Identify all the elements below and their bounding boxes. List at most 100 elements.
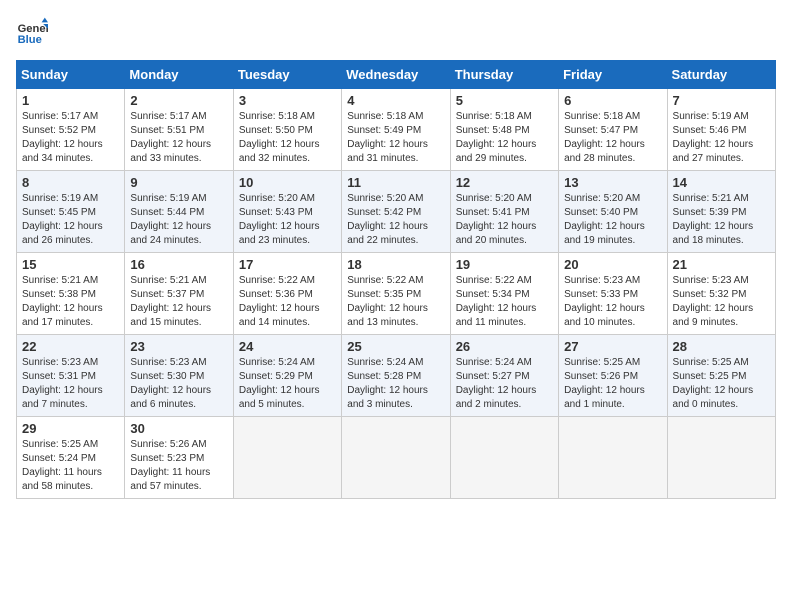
sunrise-label: Sunrise: 5:23 AM [22, 357, 98, 368]
calendar-cell: 11 Sunrise: 5:20 AM Sunset: 5:42 PM Dayl… [342, 171, 450, 253]
daylight-label: Daylight: 12 hours and 13 minutes. [347, 303, 428, 328]
day-info: Sunrise: 5:22 AM Sunset: 5:34 PM Dayligh… [456, 274, 553, 330]
day-number: 1 [22, 93, 119, 108]
sunset-label: Sunset: 5:38 PM [22, 289, 96, 300]
sunset-label: Sunset: 5:33 PM [564, 289, 638, 300]
day-info: Sunrise: 5:19 AM Sunset: 5:44 PM Dayligh… [130, 192, 227, 248]
day-info: Sunrise: 5:20 AM Sunset: 5:40 PM Dayligh… [564, 192, 661, 248]
page-header: General Blue [16, 16, 776, 48]
daylight-label: Daylight: 12 hours and 5 minutes. [239, 385, 320, 410]
sunset-label: Sunset: 5:24 PM [22, 453, 96, 464]
sunrise-label: Sunrise: 5:18 AM [347, 111, 423, 122]
day-number: 7 [673, 93, 770, 108]
sunset-label: Sunset: 5:47 PM [564, 125, 638, 136]
daylight-label: Daylight: 11 hours and 58 minutes. [22, 467, 102, 492]
calendar-cell: 18 Sunrise: 5:22 AM Sunset: 5:35 PM Dayl… [342, 253, 450, 335]
daylight-label: Daylight: 12 hours and 28 minutes. [564, 139, 645, 164]
calendar-cell: 15 Sunrise: 5:21 AM Sunset: 5:38 PM Dayl… [17, 253, 125, 335]
calendar-cell: 24 Sunrise: 5:24 AM Sunset: 5:29 PM Dayl… [233, 335, 341, 417]
day-number: 11 [347, 175, 444, 190]
day-number: 22 [22, 339, 119, 354]
sunrise-label: Sunrise: 5:20 AM [456, 193, 532, 204]
daylight-label: Daylight: 12 hours and 31 minutes. [347, 139, 428, 164]
day-info: Sunrise: 5:21 AM Sunset: 5:39 PM Dayligh… [673, 192, 770, 248]
sunset-label: Sunset: 5:29 PM [239, 371, 313, 382]
calendar-week-2: 8 Sunrise: 5:19 AM Sunset: 5:45 PM Dayli… [17, 171, 776, 253]
day-number: 29 [22, 421, 119, 436]
day-number: 13 [564, 175, 661, 190]
calendar-cell: 16 Sunrise: 5:21 AM Sunset: 5:37 PM Dayl… [125, 253, 233, 335]
day-info: Sunrise: 5:21 AM Sunset: 5:38 PM Dayligh… [22, 274, 119, 330]
day-info: Sunrise: 5:25 AM Sunset: 5:26 PM Dayligh… [564, 356, 661, 412]
sunrise-label: Sunrise: 5:18 AM [564, 111, 640, 122]
sunset-label: Sunset: 5:43 PM [239, 207, 313, 218]
sunset-label: Sunset: 5:37 PM [130, 289, 204, 300]
daylight-label: Daylight: 12 hours and 33 minutes. [130, 139, 211, 164]
sunrise-label: Sunrise: 5:18 AM [456, 111, 532, 122]
daylight-label: Daylight: 12 hours and 6 minutes. [130, 385, 211, 410]
day-info: Sunrise: 5:22 AM Sunset: 5:36 PM Dayligh… [239, 274, 336, 330]
sunrise-label: Sunrise: 5:19 AM [673, 111, 749, 122]
day-info: Sunrise: 5:23 AM Sunset: 5:30 PM Dayligh… [130, 356, 227, 412]
day-info: Sunrise: 5:24 AM Sunset: 5:27 PM Dayligh… [456, 356, 553, 412]
day-info: Sunrise: 5:23 AM Sunset: 5:31 PM Dayligh… [22, 356, 119, 412]
daylight-label: Daylight: 12 hours and 20 minutes. [456, 221, 537, 246]
day-number: 8 [22, 175, 119, 190]
sunset-label: Sunset: 5:23 PM [130, 453, 204, 464]
calendar-cell: 3 Sunrise: 5:18 AM Sunset: 5:50 PM Dayli… [233, 89, 341, 171]
day-info: Sunrise: 5:20 AM Sunset: 5:43 PM Dayligh… [239, 192, 336, 248]
day-number: 20 [564, 257, 661, 272]
sunrise-label: Sunrise: 5:25 AM [564, 357, 640, 368]
weekday-header-friday: Friday [559, 61, 667, 89]
sunrise-label: Sunrise: 5:21 AM [130, 275, 206, 286]
sunset-label: Sunset: 5:52 PM [22, 125, 96, 136]
day-number: 9 [130, 175, 227, 190]
daylight-label: Daylight: 12 hours and 1 minute. [564, 385, 645, 410]
weekday-header-monday: Monday [125, 61, 233, 89]
daylight-label: Daylight: 12 hours and 11 minutes. [456, 303, 537, 328]
sunset-label: Sunset: 5:45 PM [22, 207, 96, 218]
calendar-body: 1 Sunrise: 5:17 AM Sunset: 5:52 PM Dayli… [17, 89, 776, 499]
sunrise-label: Sunrise: 5:23 AM [130, 357, 206, 368]
day-info: Sunrise: 5:19 AM Sunset: 5:45 PM Dayligh… [22, 192, 119, 248]
sunrise-label: Sunrise: 5:19 AM [130, 193, 206, 204]
sunrise-label: Sunrise: 5:24 AM [239, 357, 315, 368]
calendar-cell: 29 Sunrise: 5:25 AM Sunset: 5:24 PM Dayl… [17, 417, 125, 499]
day-info: Sunrise: 5:25 AM Sunset: 5:25 PM Dayligh… [673, 356, 770, 412]
day-info: Sunrise: 5:18 AM Sunset: 5:50 PM Dayligh… [239, 110, 336, 166]
sunset-label: Sunset: 5:27 PM [456, 371, 530, 382]
daylight-label: Daylight: 12 hours and 27 minutes. [673, 139, 754, 164]
calendar-week-4: 22 Sunrise: 5:23 AM Sunset: 5:31 PM Dayl… [17, 335, 776, 417]
sunset-label: Sunset: 5:42 PM [347, 207, 421, 218]
calendar-cell: 12 Sunrise: 5:20 AM Sunset: 5:41 PM Dayl… [450, 171, 558, 253]
svg-text:General: General [18, 23, 48, 35]
day-info: Sunrise: 5:20 AM Sunset: 5:42 PM Dayligh… [347, 192, 444, 248]
calendar-week-3: 15 Sunrise: 5:21 AM Sunset: 5:38 PM Dayl… [17, 253, 776, 335]
calendar-cell: 19 Sunrise: 5:22 AM Sunset: 5:34 PM Dayl… [450, 253, 558, 335]
day-info: Sunrise: 5:22 AM Sunset: 5:35 PM Dayligh… [347, 274, 444, 330]
sunset-label: Sunset: 5:32 PM [673, 289, 747, 300]
sunrise-label: Sunrise: 5:25 AM [673, 357, 749, 368]
calendar-cell: 5 Sunrise: 5:18 AM Sunset: 5:48 PM Dayli… [450, 89, 558, 171]
day-info: Sunrise: 5:23 AM Sunset: 5:33 PM Dayligh… [564, 274, 661, 330]
calendar-cell: 22 Sunrise: 5:23 AM Sunset: 5:31 PM Dayl… [17, 335, 125, 417]
calendar-table: SundayMondayTuesdayWednesdayThursdayFrid… [16, 60, 776, 499]
day-number: 10 [239, 175, 336, 190]
sunrise-label: Sunrise: 5:22 AM [347, 275, 423, 286]
calendar-cell: 26 Sunrise: 5:24 AM Sunset: 5:27 PM Dayl… [450, 335, 558, 417]
daylight-label: Daylight: 12 hours and 32 minutes. [239, 139, 320, 164]
sunrise-label: Sunrise: 5:20 AM [564, 193, 640, 204]
sunset-label: Sunset: 5:50 PM [239, 125, 313, 136]
day-number: 26 [456, 339, 553, 354]
calendar-header-row: SundayMondayTuesdayWednesdayThursdayFrid… [17, 61, 776, 89]
day-number: 21 [673, 257, 770, 272]
sunset-label: Sunset: 5:28 PM [347, 371, 421, 382]
weekday-header-tuesday: Tuesday [233, 61, 341, 89]
day-number: 6 [564, 93, 661, 108]
weekday-header-saturday: Saturday [667, 61, 775, 89]
day-info: Sunrise: 5:20 AM Sunset: 5:41 PM Dayligh… [456, 192, 553, 248]
sunrise-label: Sunrise: 5:24 AM [347, 357, 423, 368]
sunset-label: Sunset: 5:25 PM [673, 371, 747, 382]
calendar-cell: 28 Sunrise: 5:25 AM Sunset: 5:25 PM Dayl… [667, 335, 775, 417]
sunrise-label: Sunrise: 5:24 AM [456, 357, 532, 368]
